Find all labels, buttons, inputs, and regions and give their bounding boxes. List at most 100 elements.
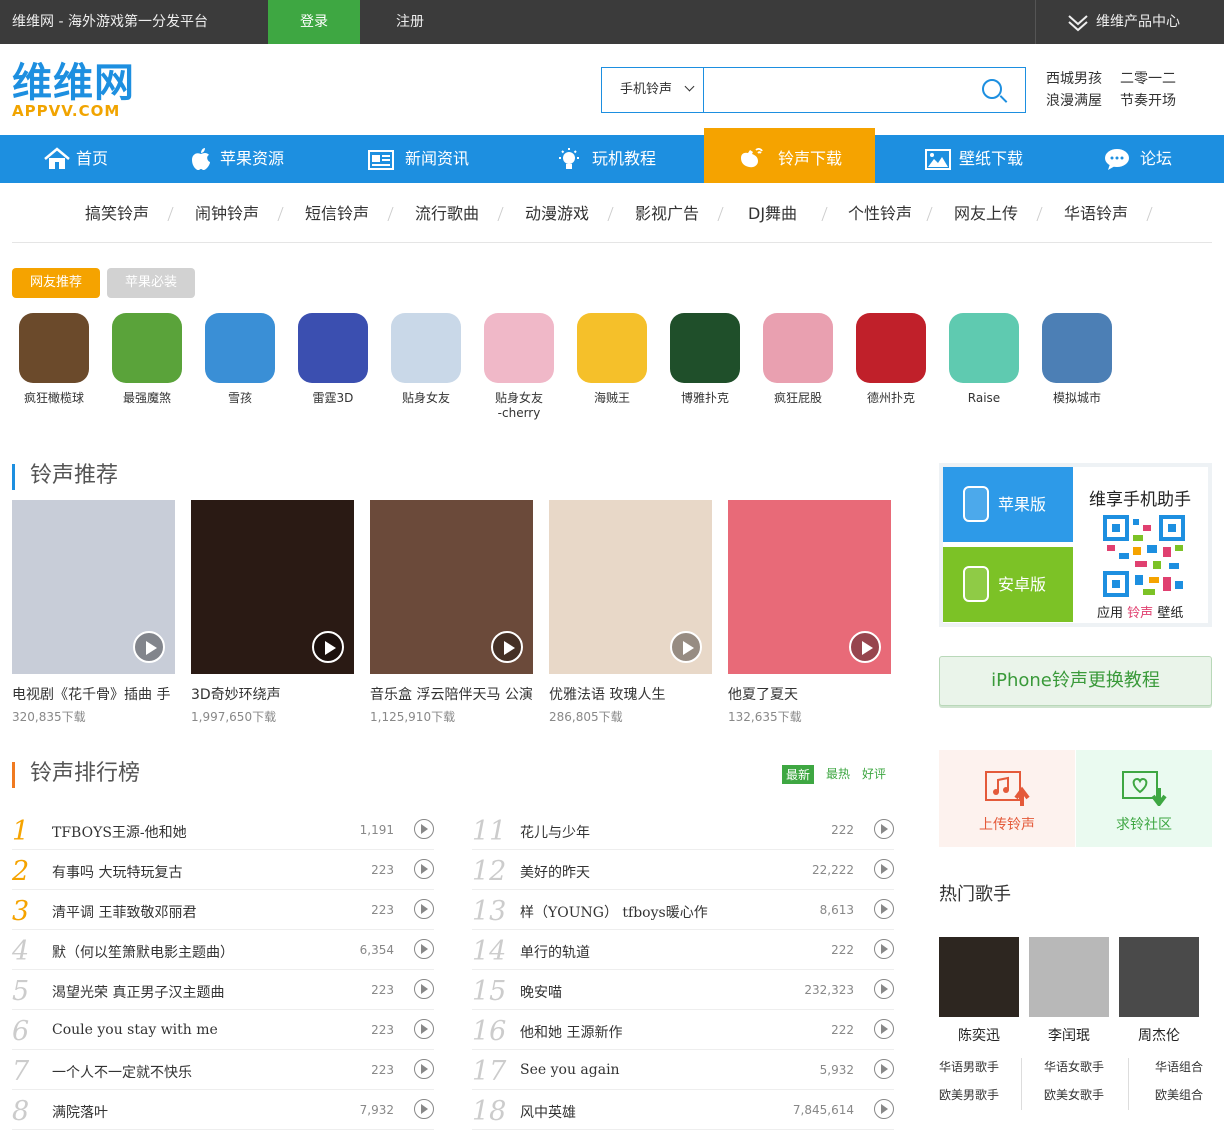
nav-item-wallpaper[interactable]: 壁纸下载: [925, 135, 1023, 183]
play-icon[interactable]: [414, 899, 434, 919]
ranking-row[interactable]: 6 Coule you stay with me 223: [12, 1010, 434, 1050]
ranking-row[interactable]: 4 默（何以笙箫默电影主题曲） 6,354: [12, 930, 434, 970]
singer-item[interactable]: 李闰珉: [1029, 937, 1109, 1045]
nav-item-news[interactable]: 新闻资讯: [368, 135, 469, 183]
ringtone-card[interactable]: 他夏了夏天 132,635下载: [728, 500, 891, 725]
ranking-row[interactable]: 3 清平调 王菲致敬邓丽君 223: [12, 890, 434, 930]
hot-keyword[interactable]: 浪漫满屋: [1046, 90, 1120, 112]
ranking-row[interactable]: 2 有事吗 大玩特玩复古 223: [12, 850, 434, 890]
ranking-row[interactable]: 11 花儿与少年 222: [472, 810, 894, 850]
singer-category-link[interactable]: 欧美男歌手: [939, 1086, 999, 1103]
login-button[interactable]: 登录: [268, 0, 360, 44]
category-link[interactable]: 闹钟铃声: [195, 195, 259, 233]
app-item[interactable]: 疯狂橄榄球: [12, 313, 96, 406]
app-item[interactable]: 模拟城市: [1035, 313, 1119, 406]
category-link[interactable]: 华语铃声: [1064, 195, 1128, 233]
app-item[interactable]: 博雅扑克: [663, 313, 747, 406]
play-icon[interactable]: [874, 1059, 894, 1079]
category-link[interactable]: DJ舞曲: [748, 195, 797, 233]
play-icon[interactable]: [874, 899, 894, 919]
nav-item-tutorial[interactable]: 玩机教程: [556, 135, 656, 183]
tab-hottest[interactable]: 最热: [826, 765, 850, 782]
register-link[interactable]: 注册: [370, 0, 450, 44]
ranking-row[interactable]: 14 单行的轨道 222: [472, 930, 894, 970]
search-button[interactable]: [980, 77, 1008, 105]
play-icon[interactable]: [670, 631, 702, 663]
play-icon[interactable]: [849, 631, 881, 663]
singer-category-link[interactable]: 华语男歌手: [939, 1058, 999, 1075]
singer-category-link[interactable]: 华语组合: [1155, 1058, 1203, 1075]
play-icon[interactable]: [414, 819, 434, 839]
iphone-ringtone-tutorial-button[interactable]: iPhone铃声更换教程: [939, 656, 1212, 706]
ranking-row[interactable]: 17 See you again 5,932: [472, 1050, 894, 1090]
upload-ringtone-button[interactable]: 上传铃声: [939, 750, 1075, 847]
nav-item-home[interactable]: 首页: [44, 135, 108, 183]
category-link[interactable]: 网友上传: [954, 195, 1018, 233]
app-item[interactable]: 德州扑克: [849, 313, 933, 406]
singer-category-link[interactable]: 华语女歌手: [1044, 1058, 1104, 1075]
tab-recommended[interactable]: 网友推荐: [12, 268, 100, 298]
app-item[interactable]: 海贼王: [570, 313, 654, 406]
ranking-row[interactable]: 15 晚安喵 232,323: [472, 970, 894, 1010]
ranking-row[interactable]: 12 美好的昨天 22,222: [472, 850, 894, 890]
request-community-button[interactable]: 求铃社区: [1076, 750, 1212, 847]
play-icon[interactable]: [414, 859, 434, 879]
tab-top-rated[interactable]: 好评: [862, 765, 886, 782]
ranking-row[interactable]: 5 渴望光荣 真正男子汉主题曲 223: [12, 970, 434, 1010]
play-icon[interactable]: [874, 939, 894, 959]
nav-item-forum[interactable]: 论坛: [1104, 135, 1172, 183]
ringtone-card[interactable]: 音乐盒 浮云陪伴天马 公演 1,125,910下载: [370, 500, 533, 725]
app-item[interactable]: 疯狂屁股: [756, 313, 840, 406]
play-icon[interactable]: [874, 1019, 894, 1039]
app-item[interactable]: 贴身女友 -cherry: [477, 313, 561, 421]
android-version-button[interactable]: 安卓版: [943, 547, 1073, 622]
play-icon[interactable]: [414, 1019, 434, 1039]
category-link[interactable]: 动漫游戏: [525, 195, 589, 233]
category-link[interactable]: 影视广告: [635, 195, 699, 233]
product-center-link[interactable]: 维维产品中心: [1035, 0, 1224, 44]
search-category-select[interactable]: 手机铃声: [602, 68, 704, 112]
ranking-row[interactable]: 16 他和她 王源新作 222: [472, 1010, 894, 1050]
app-item[interactable]: 最强魔煞: [105, 313, 189, 406]
singer-item[interactable]: 陈奕迅: [939, 937, 1019, 1045]
ringtone-card[interactable]: 电视剧《花千骨》插曲 手 320,835下载: [12, 500, 175, 725]
play-icon[interactable]: [874, 859, 894, 879]
search-input[interactable]: [706, 70, 966, 110]
hot-keyword[interactable]: 西城男孩: [1046, 68, 1120, 90]
tab-latest[interactable]: 最新: [782, 765, 815, 784]
ranking-row[interactable]: 13 样（YOUNG） tfboys暖心作 8,613: [472, 890, 894, 930]
play-icon[interactable]: [133, 631, 165, 663]
ranking-row[interactable]: 18 风中英雄 7,845,614: [472, 1090, 894, 1130]
category-link[interactable]: 流行歌曲: [415, 195, 479, 233]
play-icon[interactable]: [874, 979, 894, 999]
singer-category-link[interactable]: 欧美女歌手: [1044, 1086, 1104, 1103]
play-icon[interactable]: [874, 1099, 894, 1119]
play-icon[interactable]: [414, 1059, 434, 1079]
ranking-row[interactable]: 1 TFBOYS王源-他和她 1,191: [12, 810, 434, 850]
app-item[interactable]: 贴身女友: [384, 313, 468, 406]
play-icon[interactable]: [312, 631, 344, 663]
site-logo[interactable]: 维维网 APPVV.COM: [12, 62, 162, 122]
app-item[interactable]: 雪孩: [198, 313, 282, 406]
play-icon[interactable]: [414, 979, 434, 999]
ranking-row[interactable]: 8 满院落叶 7,932: [12, 1090, 434, 1130]
nav-item-ringtone[interactable]: 铃声下载: [704, 128, 875, 183]
nav-item-apple[interactable]: 苹果资源: [188, 135, 284, 183]
singer-category-link[interactable]: 欧美组合: [1155, 1086, 1203, 1103]
category-link[interactable]: 个性铃声: [848, 195, 912, 233]
hot-keyword[interactable]: 节奏开场: [1120, 90, 1194, 112]
category-link[interactable]: 短信铃声: [305, 195, 369, 233]
play-icon[interactable]: [491, 631, 523, 663]
tab-apple-essentials[interactable]: 苹果必装: [107, 268, 195, 298]
app-item[interactable]: 雷霆3D: [291, 313, 375, 406]
play-icon[interactable]: [874, 819, 894, 839]
ringtone-card[interactable]: 优雅法语 玫瑰人生 286,805下载: [549, 500, 712, 725]
play-icon[interactable]: [414, 1099, 434, 1119]
ringtone-card[interactable]: 3D奇妙环绕声 1,997,650下载: [191, 500, 354, 725]
play-icon[interactable]: [414, 939, 434, 959]
hot-keyword[interactable]: 二零一二: [1120, 68, 1194, 90]
singer-item[interactable]: 周杰伦: [1119, 937, 1199, 1045]
ranking-row[interactable]: 7 一个人不一定就不快乐 223: [12, 1050, 434, 1090]
category-link[interactable]: 搞笑铃声: [85, 195, 149, 233]
app-item[interactable]: Raise: [942, 313, 1026, 406]
